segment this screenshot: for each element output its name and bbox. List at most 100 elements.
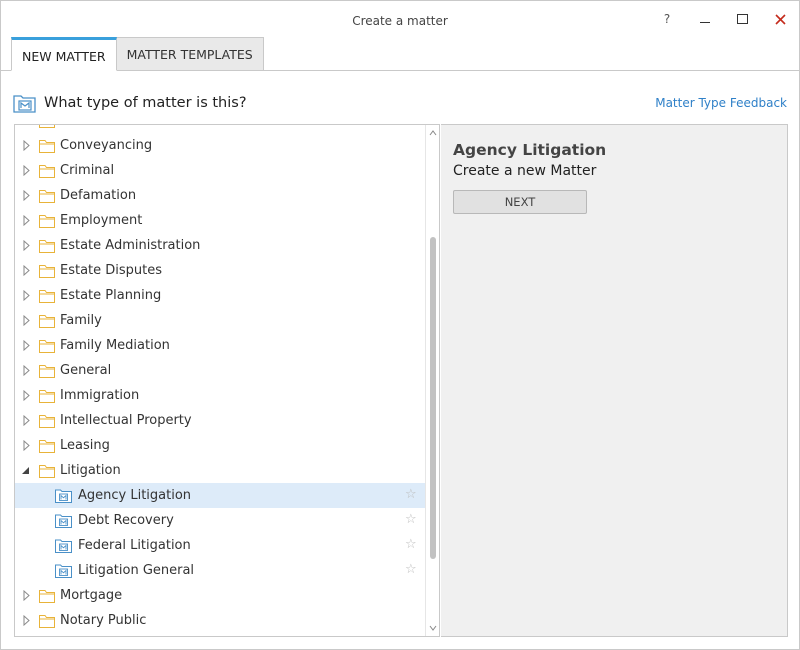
tree-item-folder[interactable]: Family xyxy=(15,308,425,333)
expand-arrow-icon[interactable] xyxy=(23,215,31,226)
scrollbar-thumb[interactable] xyxy=(430,237,436,559)
expand-arrow-icon[interactable] xyxy=(23,165,31,176)
matter-type-question: What type of matter is this? xyxy=(44,95,247,111)
tree-item-folder[interactable]: Intellectual Property xyxy=(15,408,425,433)
close-icon xyxy=(774,13,786,25)
matter-type-icon xyxy=(55,539,72,553)
tree-item-label: Family Mediation xyxy=(60,338,170,353)
star-icon[interactable]: ☆ xyxy=(405,537,417,552)
matter-type-tree: Conveyancing Criminal Defamation Employment… xyxy=(14,124,440,637)
tree-item-folder[interactable]: Litigation xyxy=(15,458,425,483)
tab-new-matter[interactable]: NEW MATTER xyxy=(11,37,117,71)
folder-icon xyxy=(39,340,55,353)
minimize-icon xyxy=(700,21,710,23)
scroll-down-icon[interactable] xyxy=(429,624,437,632)
expand-arrow-icon[interactable] xyxy=(23,365,31,376)
tree-item-label: Leasing xyxy=(60,438,110,453)
folder-icon xyxy=(39,190,55,203)
star-icon[interactable]: ☆ xyxy=(405,562,417,577)
tree-item-folder[interactable]: Notary Public xyxy=(15,608,425,633)
tree-item-label: Agency Litigation xyxy=(78,488,192,503)
tree-item-matter[interactable]: ☆ Debt Recovery xyxy=(15,508,425,533)
tree-item-label: Debt Recovery xyxy=(78,513,174,528)
expand-arrow-icon[interactable] xyxy=(23,415,31,426)
folder-icon xyxy=(39,125,55,128)
folder-icon xyxy=(39,590,55,603)
tree-item-folder[interactable]: Defamation xyxy=(15,183,425,208)
next-button[interactable]: NEXT xyxy=(453,190,587,214)
tree-item-label: Mortgage xyxy=(60,588,123,603)
tree-item-label: Family xyxy=(60,313,102,328)
tree-item-label: Federal Litigation xyxy=(78,538,191,553)
expand-arrow-icon[interactable] xyxy=(23,440,31,451)
folder-icon xyxy=(39,465,55,478)
tree-item-label: Litigation xyxy=(60,463,121,478)
tree-item-folder[interactable]: Conveyancing xyxy=(15,133,425,158)
folder-icon xyxy=(39,390,55,403)
maximize-icon xyxy=(736,14,748,24)
expand-arrow-icon[interactable] xyxy=(23,265,31,276)
folder-icon xyxy=(39,290,55,303)
folder-icon xyxy=(39,365,55,378)
expand-arrow-icon[interactable] xyxy=(23,390,31,401)
tab-matter-templates[interactable]: MATTER TEMPLATES xyxy=(116,37,264,71)
maximize-button[interactable] xyxy=(727,8,757,30)
expand-arrow-icon[interactable] xyxy=(23,340,31,351)
tree-item-folder[interactable]: Employment xyxy=(15,208,425,233)
tree-scrollbar[interactable] xyxy=(425,125,439,636)
matter-type-icon xyxy=(55,514,72,528)
tree-item-folder[interactable]: Estate Disputes xyxy=(15,258,425,283)
tree-item-label: Notary Public xyxy=(60,613,147,628)
tree-item-folder[interactable]: Family Mediation xyxy=(15,333,425,358)
expand-arrow-icon[interactable] xyxy=(23,190,31,201)
star-icon[interactable]: ☆ xyxy=(405,512,417,527)
tree-item-label: Estate Administration xyxy=(60,238,201,253)
tree-item-folder[interactable]: Estate Planning xyxy=(15,283,425,308)
folder-icon xyxy=(39,615,55,628)
tree-item-folder[interactable]: General xyxy=(15,358,425,383)
tree-item-folder[interactable]: Leasing xyxy=(15,433,425,458)
tree-item-label: Litigation General xyxy=(78,563,195,578)
tree-item-folder[interactable]: Criminal xyxy=(15,158,425,183)
help-button[interactable]: ? xyxy=(652,8,682,30)
tree-item-folder[interactable] xyxy=(15,125,425,133)
minimize-button[interactable] xyxy=(690,8,720,30)
matter-type-icon xyxy=(13,95,36,113)
collapse-arrow-icon[interactable] xyxy=(22,467,29,474)
matter-type-feedback-link[interactable]: Matter Type Feedback xyxy=(655,96,787,110)
selected-matter-subtitle: Create a new Matter xyxy=(453,163,597,179)
tree-item-label: General xyxy=(60,363,112,378)
star-icon[interactable]: ☆ xyxy=(405,487,417,502)
folder-icon xyxy=(39,215,55,228)
tree-item-matter[interactable]: ☆ Litigation General xyxy=(15,558,425,583)
matter-detail-panel: Agency Litigation Create a new Matter NE… xyxy=(441,124,788,637)
tree-item-label: Intellectual Property xyxy=(60,413,192,428)
title-bar: Create a matter ? xyxy=(1,1,799,39)
folder-icon xyxy=(39,440,55,453)
selected-matter-title: Agency Litigation xyxy=(453,141,607,159)
folder-icon xyxy=(39,415,55,428)
tree-item-label: Immigration xyxy=(60,388,140,403)
tree-item-matter[interactable]: ☆ Federal Litigation xyxy=(15,533,425,558)
expand-arrow-icon[interactable] xyxy=(23,315,31,326)
help-icon: ? xyxy=(663,12,671,26)
folder-icon xyxy=(39,265,55,278)
folder-icon xyxy=(39,315,55,328)
create-matter-dialog: Create a matter ? NEW MATTER MATTER TEMP… xyxy=(0,0,800,650)
folder-icon xyxy=(39,165,55,178)
tree-item-folder[interactable]: Estate Administration xyxy=(15,233,425,258)
tree-item-label: Employment xyxy=(60,213,143,228)
scroll-up-icon[interactable] xyxy=(429,129,437,137)
expand-arrow-icon[interactable] xyxy=(23,590,31,601)
tree-item-folder[interactable]: Immigration xyxy=(15,383,425,408)
tree-item-label: Conveyancing xyxy=(60,138,153,153)
tree-item-folder[interactable]: Mortgage xyxy=(15,583,425,608)
expand-arrow-icon[interactable] xyxy=(23,140,31,151)
folder-icon xyxy=(39,240,55,253)
expand-arrow-icon[interactable] xyxy=(23,240,31,251)
expand-arrow-icon[interactable] xyxy=(23,290,31,301)
close-button[interactable] xyxy=(765,8,795,30)
tree-item-label: Estate Planning xyxy=(60,288,162,303)
expand-arrow-icon[interactable] xyxy=(23,615,31,626)
tree-item-matter[interactable]: ☆ Agency Litigation xyxy=(15,483,425,508)
